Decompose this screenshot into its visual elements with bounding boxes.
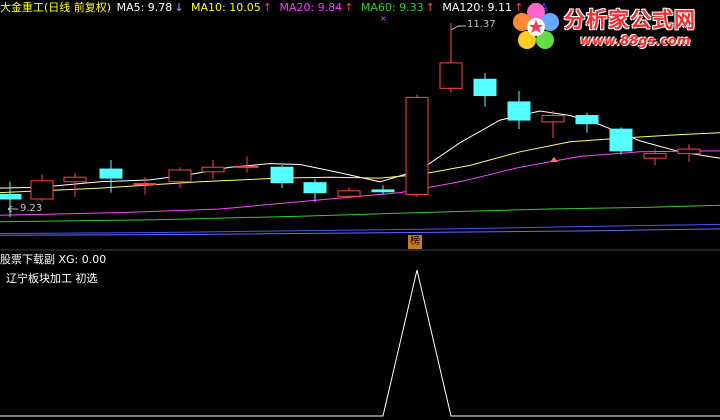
candle-body-12 <box>371 189 395 193</box>
candle-body-7 <box>201 166 225 173</box>
candle-body-4 <box>99 168 123 179</box>
ma-line-4 <box>0 204 720 223</box>
stock-chart-window: 大金重工(日线 前复权) MA5: 9.78 ↓ MA10: 10.05 ↑ MA2… <box>0 0 720 420</box>
ma-line-5 <box>0 223 720 234</box>
candle-body-14 <box>439 62 463 89</box>
indicator-title: 股票下载副 XG: 0.00 <box>0 253 107 266</box>
candle-body-15 <box>473 78 497 97</box>
candle-body-9 <box>270 166 294 184</box>
logo-flower-icon <box>513 3 559 49</box>
candle-body-5 <box>133 183 157 186</box>
cross-marker: × <box>380 14 387 23</box>
indicator-subtitle: 辽宁板块加工 初选 <box>6 272 98 285</box>
candle-body-8 <box>235 165 259 168</box>
signal-marker <box>550 157 558 162</box>
candle-body-16 <box>507 101 531 121</box>
candle-body-19 <box>609 128 633 152</box>
candle-body-2 <box>30 180 54 200</box>
watermark-url: www.88gs.com <box>580 34 691 49</box>
rank-badge[interactable]: 榜 <box>408 235 422 249</box>
candle-body-3 <box>63 176 87 183</box>
candle-body-21 <box>677 148 701 155</box>
watermark-title: 分析家公式网 <box>564 8 696 32</box>
candle-body-10 <box>303 182 327 194</box>
high-price-pointer <box>450 25 466 31</box>
candle-body-20 <box>643 153 667 159</box>
indicator-line <box>0 269 720 417</box>
candle-body-17 <box>541 115 565 123</box>
high-price-label: 11.37 <box>467 19 496 30</box>
price-chart: × <box>0 14 720 417</box>
site-watermark: 分析家公式网 www.88gs.com <box>506 0 720 56</box>
candle-body-18 <box>575 115 599 125</box>
ma-line-3 <box>0 150 720 216</box>
candle-body-13 <box>405 96 429 195</box>
candle-body-11 <box>337 190 361 197</box>
candle-body-1 <box>0 193 22 200</box>
candle-body-6 <box>168 169 192 183</box>
low-price-label: 9.23 <box>20 203 43 214</box>
